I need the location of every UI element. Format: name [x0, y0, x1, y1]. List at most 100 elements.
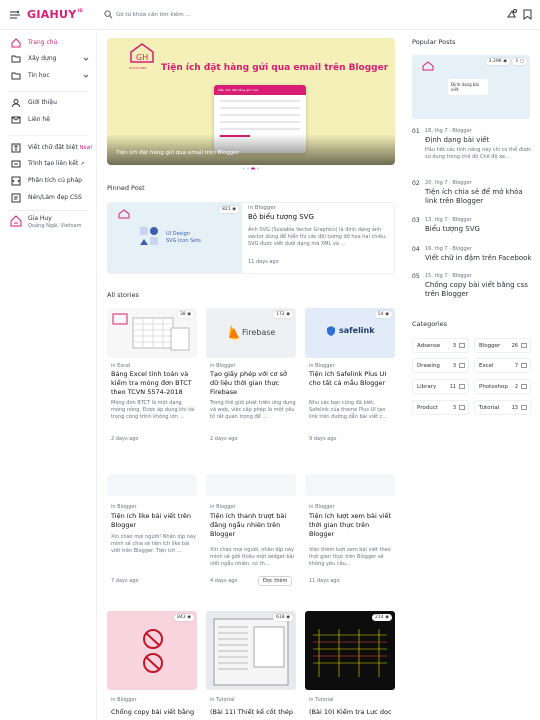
story-category[interactable]: in Blogger	[210, 504, 236, 510]
read-more-button[interactable]: Đọc thêm	[258, 576, 293, 586]
category-chip[interactable]: Drawing 3	[412, 358, 469, 373]
pinned-post-card[interactable]: UI Design SVG Icon Sets 821 ◉ in Blogger…	[107, 202, 395, 274]
story-card[interactable]: 618 ◉ in Tutorial (Bài 11) Thiết kế cốt …	[206, 611, 296, 720]
sidebar-item-lien-he[interactable]: Liên hệ	[0, 113, 97, 127]
popular-title[interactable]: Biểu tượng SVG	[425, 225, 533, 234]
sidebar-item-xay-dung[interactable]: Xây dựng	[0, 52, 97, 66]
svg-icon-set-icon	[140, 227, 158, 245]
site-logo[interactable]: GIAHUYID	[27, 8, 83, 21]
sidebar-divider	[8, 91, 88, 92]
story-category[interactable]: in Blogger	[111, 697, 137, 703]
profile-name: Gia Huy	[28, 215, 52, 222]
popular-thumbnail[interactable]: Định dạng bài viết 3.29K ◉ 1 ▢	[412, 55, 530, 119]
sidebar-item-viet-chu[interactable]: Viết chữ đặt biệt New!	[0, 141, 97, 155]
popular-title[interactable]: Định dạng bài viết	[425, 136, 533, 145]
sidebar-item-parser[interactable]: Phân tích cú pháp	[0, 174, 97, 188]
bookmark-icon[interactable]	[521, 8, 534, 21]
story-date: 9 days ago	[309, 436, 337, 442]
sidebar-item-label: Giới thiệu	[28, 99, 57, 106]
popular-post-item[interactable]: 03 13, thg 7 · Blogger Biểu tượng SVG	[412, 217, 532, 237]
popular-title[interactable]: Chống copy bài viết bằng css trên Blogge…	[425, 281, 533, 299]
stories-heading: All stories	[107, 291, 139, 299]
category-chip[interactable]: Blogger 26	[474, 338, 531, 353]
category-chip[interactable]: Tutorial 13	[474, 400, 531, 415]
sidebar-item-link-generator[interactable]: Trình tạo liên kết ↗	[0, 157, 97, 171]
pinned-heading: Pinned Post	[107, 184, 145, 192]
story-description: Xin chào mọi người! Nhân dịp này mình sẽ…	[111, 534, 196, 554]
story-category[interactable]: in Tutorial	[309, 697, 334, 703]
story-thumbnail: 618 ◉	[206, 611, 296, 690]
sidebar-item-home[interactable]: Trang chủ	[0, 36, 97, 50]
popular-meta: 20, thg 7 · Blogger	[425, 180, 472, 186]
story-card[interactable]: 843 ◉ in Blogger Chống copy bài viết bằn…	[107, 611, 197, 720]
comment-icon	[521, 384, 527, 389]
svg-text:GH: GH	[136, 53, 148, 62]
slider-dots[interactable]	[242, 167, 262, 170]
story-card[interactable]: 38 ◉ in Excel Bảng Excel tính toán và ki…	[107, 308, 197, 456]
pinned-date: 11 days ago	[248, 259, 279, 265]
popular-meta: 15, thg 7 · Blogger	[425, 273, 472, 279]
profile-card[interactable]: Gia Huy Quảng Ngãi, Vietnam	[0, 214, 97, 238]
search-input[interactable]: Gõ từ khóa cần tìm kiếm ...	[104, 9, 304, 21]
story-card[interactable]: safelink 54 ◉ in Blogger Tiện ích Safeli…	[305, 308, 395, 456]
firebase-text: Firebase	[242, 328, 276, 337]
category-chip[interactable]: Library 11	[412, 379, 469, 394]
sidebar-item-gioi-thieu[interactable]: Giới thiệu	[0, 96, 97, 110]
view-count: 843 ◉	[174, 614, 194, 621]
story-category[interactable]: in Tutorial	[210, 697, 235, 703]
category-chip[interactable]: Adsense 3	[412, 338, 469, 353]
story-card[interactable]: in Blogger Tiện ích lượt xem bài viết th…	[305, 474, 395, 622]
story-title[interactable]: (Bài 11) Thiết kế cốt thép	[210, 708, 296, 717]
popular-post-item[interactable]: 01 18, thg 7 · Blogger Định dạng bài viế…	[412, 128, 532, 172]
story-date: 2 days ago	[210, 436, 238, 442]
comment-count: 1 ▢	[512, 58, 527, 65]
mockup-header: Mẫu đơn đặt hàng gửi mail	[214, 85, 306, 95]
popular-title[interactable]: Tiện ích chia sẻ để mở khóa link trên Bl…	[425, 188, 533, 206]
featured-slider[interactable]: GH GIAHUY.NET Tiện ích đặt hàng gửi qua …	[107, 38, 395, 165]
story-title[interactable]: (Bài 10) Kiểm tra Lực dọc	[309, 708, 395, 717]
pinned-category[interactable]: in Blogger	[248, 205, 276, 211]
story-title[interactable]: Bảng Excel tính toán và kiểm tra móng đơ…	[111, 370, 197, 397]
comment-icon	[459, 363, 465, 368]
story-card[interactable]: Firebase 172 ◉ in Blogger Tạo giấy phép …	[206, 308, 296, 456]
excel-sheet-thumbnail	[112, 313, 190, 351]
view-count: 172 ◉	[273, 311, 293, 318]
category-chip[interactable]: Excel 7	[474, 358, 531, 373]
story-card[interactable]: 214 ◉ in Tutorial (Bài 10) Kiểm tra Lực …	[305, 611, 395, 720]
story-title[interactable]: Tiện ích like bài viết trên Blogger	[111, 512, 197, 530]
comment-icon	[521, 363, 527, 368]
story-title[interactable]: Tiện ích Safelink Plus UI cho tất cả mẫu…	[309, 370, 395, 388]
comment-icon	[459, 384, 465, 389]
story-category[interactable]: in Blogger	[111, 504, 137, 510]
popular-heading: Popular Posts	[412, 38, 456, 46]
safelink-text: safelink	[339, 326, 375, 335]
category-chip[interactable]: Product 3	[412, 400, 469, 415]
css-icon	[11, 193, 21, 203]
story-category[interactable]: in Blogger	[309, 363, 335, 369]
theme-toggle-icon[interactable]	[505, 8, 518, 21]
sidebar-item-tin-hoc[interactable]: Tin học	[0, 69, 97, 83]
story-category[interactable]: in Blogger	[210, 363, 236, 369]
story-thumbnail	[206, 474, 296, 496]
story-category[interactable]: in Excel	[111, 363, 130, 369]
story-card[interactable]: in Blogger Tiện ích thanh trượt bài đăng…	[206, 474, 296, 622]
popular-title[interactable]: Viết chữ in đậm trên Facebook	[425, 254, 533, 263]
pinned-title[interactable]: Bộ biểu tượng SVG	[248, 213, 314, 221]
category-chip[interactable]: Photoshop 2	[474, 379, 531, 394]
popular-post-item[interactable]: 05 15, thg 7 · Blogger Chống copy bài vi…	[412, 273, 532, 303]
story-title[interactable]: Chống copy bài viết bằng	[111, 708, 197, 717]
story-title[interactable]: Tiện ích lượt xem bài viết thời gian thự…	[309, 512, 395, 539]
sidebar-item-label: Viết chữ đặt biệt New!	[28, 144, 93, 151]
story-title[interactable]: Tiện ích thanh trượt bài đăng ngẫu nhiên…	[210, 512, 296, 539]
popular-post-item[interactable]: 04 16, thg 7 · Blogger Viết chữ in đậm t…	[412, 246, 532, 266]
story-title[interactable]: Tạo giấy phép với cơ sở dữ liệu thời gia…	[210, 370, 296, 397]
popular-rank: 03	[412, 217, 420, 224]
categories-heading: Categories	[412, 320, 448, 328]
story-card[interactable]: in Blogger Tiện ích like bài viết trên B…	[107, 474, 197, 622]
sidebar-item-css[interactable]: Nén/Làm đẹp CSS	[0, 191, 97, 205]
popular-post-item[interactable]: 02 20, thg 7 · Blogger Tiện ích chia sẻ …	[412, 180, 532, 210]
popular-meta: 18, thg 7 · Blogger	[425, 128, 472, 134]
popular-rank: 05	[412, 273, 420, 280]
menu-icon[interactable]	[9, 9, 21, 21]
story-category[interactable]: in Blogger	[309, 504, 335, 510]
